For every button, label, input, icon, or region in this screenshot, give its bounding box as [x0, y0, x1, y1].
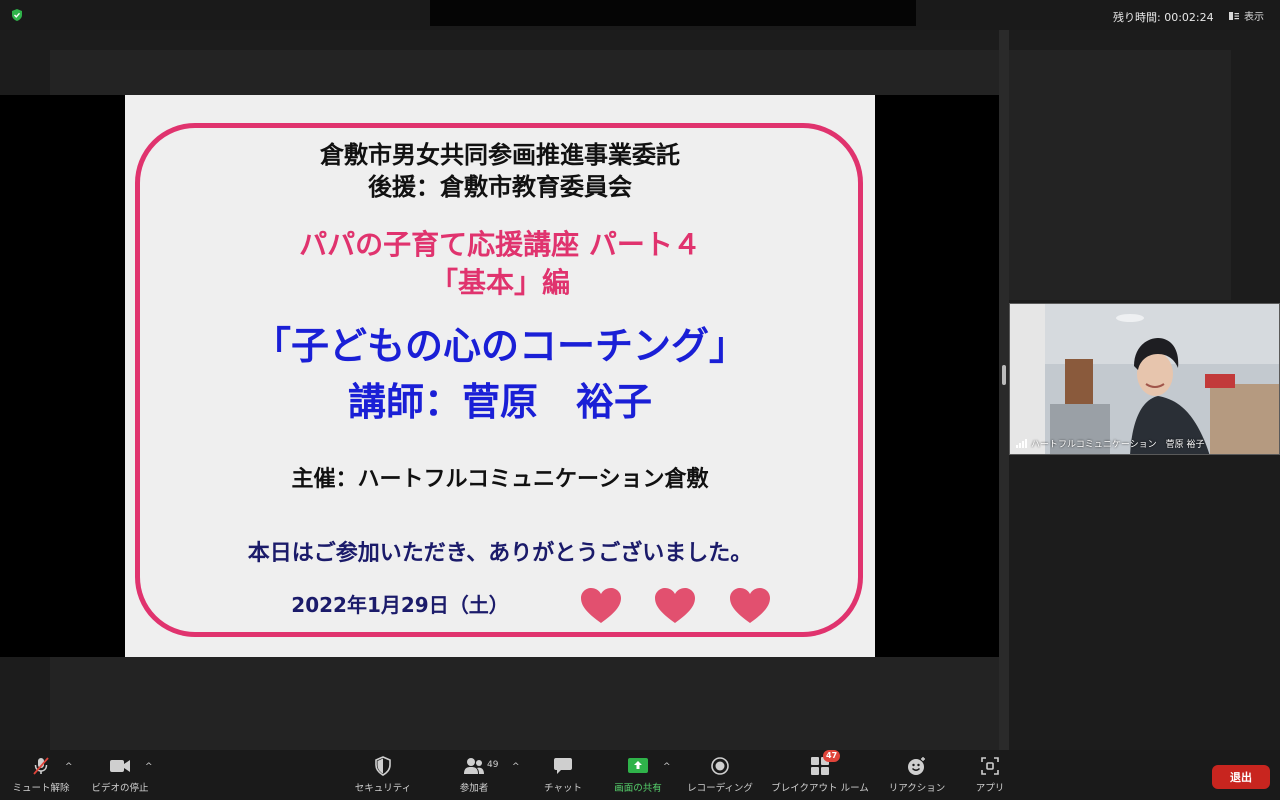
smiley-icon	[908, 757, 925, 775]
microphone-muted-icon	[33, 757, 49, 775]
view-label: 表示	[1244, 12, 1264, 23]
chat-label: チャット	[544, 783, 582, 794]
reactions-label: リアクション	[888, 783, 946, 794]
view-button[interactable]: 表示	[1228, 8, 1264, 23]
participants-button[interactable]: 49 参加者	[429, 756, 519, 794]
organizer-line: 主催：ハートフルコミュニケーション倉敷	[291, 467, 709, 492]
breakout-rooms-button[interactable]: 47 ブレイクアウト ルーム	[771, 750, 869, 794]
participants-icon	[464, 758, 484, 774]
course-title: パパの子育て応援講座 パート４	[299, 228, 701, 261]
video-options-caret[interactable]: ^	[145, 762, 153, 772]
participants-count: 49	[487, 760, 499, 770]
leave-button[interactable]: 退出	[1212, 765, 1270, 789]
lecture-topic: 「子どもの心のコーチング」	[252, 324, 747, 368]
record-button[interactable]: レコーディング	[675, 756, 765, 794]
apps-icon	[981, 757, 999, 775]
share-screen-label: 画面の共有	[614, 783, 662, 794]
participants-label: 参加者	[459, 783, 489, 794]
heart-icon	[581, 588, 621, 623]
breakout-count-badge: 47	[823, 750, 841, 762]
splitter-handle[interactable]	[1002, 365, 1006, 385]
signal-strength-icon	[1016, 439, 1027, 448]
share-screen-icon	[628, 758, 648, 773]
record-icon	[711, 757, 729, 775]
participant-name: ハートフルコミュニケーション 菅原 裕子	[1031, 440, 1205, 450]
share-options-caret[interactable]: ^	[663, 762, 671, 772]
audio-options-caret[interactable]: ^	[65, 762, 73, 772]
security-shield-icon	[375, 756, 391, 776]
security-label: セキュリティ	[354, 783, 412, 794]
participant-name-tag: ハートフルコミュニケーション 菅原 裕子	[1016, 437, 1205, 450]
meeting-toolbar: ミュート解除 ^ ビデオの停止 ^ セキュリティ 49 参加者 ^ チャット 画…	[0, 750, 1280, 800]
heart-icon	[730, 588, 770, 623]
course-subtitle: 「基本」編	[429, 266, 570, 299]
apps-button[interactable]: アプリ	[945, 756, 1035, 794]
stage-bottom-strip	[50, 657, 1000, 750]
security-button[interactable]: セキュリティ	[338, 756, 428, 794]
view-icon	[1229, 11, 1239, 20]
unmute-label: ミュート解除	[12, 783, 70, 794]
event-date: 2022年1月29日（土）	[291, 593, 509, 617]
record-label: レコーディング	[687, 783, 753, 794]
stop-video-label: ビデオの停止	[91, 783, 149, 794]
heart-icon	[655, 588, 695, 623]
sponsor-line-1: 倉敷市男女共同参画推進事業委託	[320, 141, 680, 169]
thanks-message: 本日はご参加いただき、ありがとうございました。	[247, 541, 753, 566]
breakout-rooms-label: ブレイクアウト ルーム	[771, 783, 869, 794]
apps-label: アプリ	[975, 783, 1005, 794]
shield-check-icon[interactable]	[10, 8, 24, 22]
top-center-bar	[430, 0, 916, 26]
remaining-time: 残り時間: 00:02:24	[1113, 11, 1214, 24]
video-camera-icon	[110, 760, 130, 772]
participant-video	[1010, 304, 1279, 454]
chat-icon	[554, 758, 572, 774]
top-bar: 残り時間: 00:02:24 表示	[0, 0, 1280, 30]
shared-slide: 倉敷市男女共同参画推進事業委託 後援：倉敷市教育委員会 パパの子育て応援講座 パ…	[125, 95, 875, 657]
lecturer-name: 講師：菅原 裕子	[347, 380, 652, 424]
unmute-button[interactable]: ミュート解除	[0, 756, 86, 794]
panel-splitter[interactable]	[999, 30, 1009, 750]
stage-top-strip	[50, 50, 1000, 95]
sponsor-line-2: 後援：倉敷市教育委員会	[368, 173, 632, 201]
participant-video-tile[interactable]: ハートフルコミュニケーション 菅原 裕子	[1009, 303, 1280, 455]
gallery-panel-strip	[1009, 50, 1231, 300]
